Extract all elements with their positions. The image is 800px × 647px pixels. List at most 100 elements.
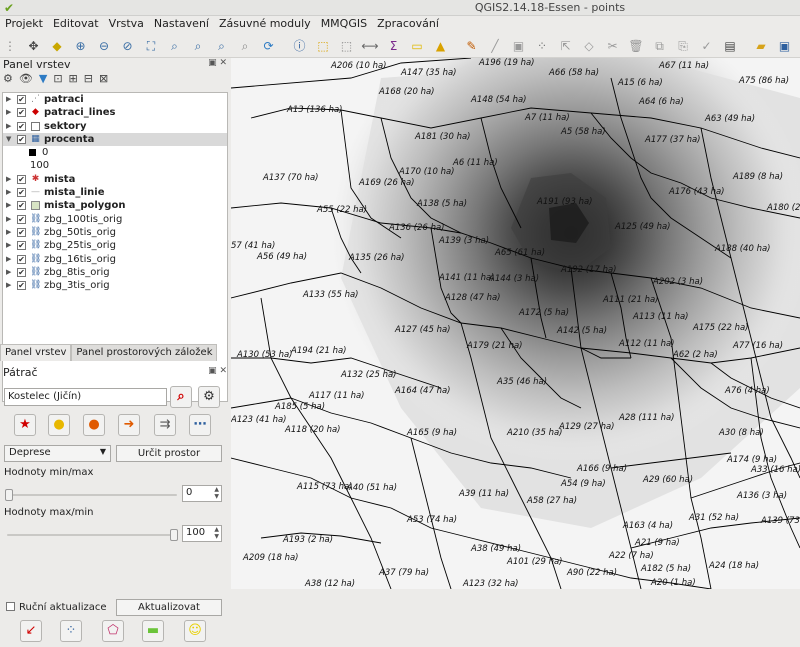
save-edits-icon[interactable]: ▣ [510, 37, 528, 55]
expand-arrow-icon[interactable]: ▶ [6, 279, 14, 292]
zoom-next-icon[interactable]: ⌕ [236, 37, 254, 55]
smiley-button[interactable]: ☺ [184, 620, 206, 642]
layer-checkbox[interactable]: ✔ [17, 188, 26, 198]
menu-mmqgis[interactable]: MMQGIS [316, 16, 372, 31]
checkbox-icon[interactable] [6, 602, 15, 611]
max-slider-handle[interactable] [170, 529, 178, 541]
cut-icon[interactable]: ✂ [604, 37, 622, 55]
layer-checkbox[interactable]: ✔ [17, 267, 26, 277]
layer-row[interactable]: ▶ ✔ ⛓ zbg_100tis_orig [3, 213, 227, 226]
place-search-input[interactable]: Kostelec (Jičín) [4, 388, 167, 406]
expand-arrow-icon[interactable]: ▶ [6, 266, 14, 279]
eye-icon[interactable]: 👁 [19, 72, 33, 85]
expand-arrow-icon[interactable]: ▶ [6, 239, 14, 252]
move-person-button[interactable]: ➜ [118, 414, 140, 436]
edit-pencil-icon[interactable]: ✎ [463, 37, 481, 55]
node-tool-icon[interactable]: ◇ [580, 37, 598, 55]
max-slider[interactable] [7, 529, 178, 541]
layer-checkbox[interactable]: ✔ [17, 214, 26, 224]
layer-checkbox[interactable]: ✔ [17, 254, 26, 264]
type-select[interactable]: Deprese ▼ [4, 445, 111, 462]
menu-vrstva[interactable]: Vrstva [104, 16, 149, 31]
expand-arrow-icon[interactable]: ▶ [6, 213, 14, 226]
layer-row[interactable]: ▶ ✔ — mista_linie [3, 186, 227, 199]
layer-row[interactable]: ▶ ✔ sektory [3, 120, 227, 133]
layer-row[interactable]: ▶ ✔ ⋰ patraci [3, 93, 227, 106]
check-icon[interactable]: ✓ [698, 37, 716, 55]
expand-all-icon[interactable]: ⊞ [69, 72, 78, 85]
layer-row[interactable]: ▶ ✔ ⛓ zbg_25tis_orig [3, 239, 227, 252]
layer-checkbox[interactable]: ✔ [17, 201, 26, 211]
expand-arrow-icon[interactable]: ▶ [6, 120, 14, 133]
layer-row[interactable]: ▶ ✔ ⛓ zbg_3tis_orig [3, 279, 227, 292]
expand-arrow-icon[interactable]: ▶ [6, 199, 14, 212]
polygon-tool-button[interactable]: ⬠ [102, 620, 124, 642]
expand-arrow-icon[interactable]: ▶ [6, 93, 14, 106]
menu-projekt[interactable]: Projekt [0, 16, 48, 31]
select-features-icon[interactable]: ⬚ [314, 37, 332, 55]
paste-icon[interactable]: ⎘ [674, 37, 692, 55]
tab-panel-vrstev[interactable]: Panel vrstev [0, 344, 72, 361]
drag-handle-icon[interactable]: ⋮ [1, 37, 19, 55]
open-folder-icon[interactable]: ▰ [752, 37, 770, 55]
filter-legend-icon[interactable]: ⊡ [53, 72, 62, 85]
import-persons-button[interactable]: ⇉ [154, 414, 176, 436]
chevron-down-icon[interactable]: ▼ [6, 133, 14, 146]
menu-editovat[interactable]: Editovat [48, 16, 104, 31]
more-options-button[interactable]: ⋯ [189, 414, 211, 436]
max-value-spinbox[interactable]: 100 ▲ ▼ [182, 525, 222, 542]
copy-icon[interactable]: ⧉ [651, 37, 669, 55]
menu-zasuvne-moduly[interactable]: Zásuvné moduly [214, 16, 316, 31]
zoom-layer-icon[interactable]: ⌕ [189, 37, 207, 55]
layer-checkbox[interactable]: ✔ [17, 281, 26, 291]
zoom-in-icon[interactable]: ⊕ [72, 37, 90, 55]
map-canvas[interactable]: A206 (10 ha) A147 (35 ha) A196 (19 ha) A66 … [231, 58, 800, 589]
add-feature-icon[interactable]: ⁘ [533, 37, 551, 55]
min-value-spinbox[interactable]: 0 ▲ ▼ [182, 485, 222, 502]
pan-to-selection-icon[interactable]: ◆ [48, 37, 66, 55]
panel-float-close-icon[interactable]: ▣ ✕ [208, 58, 227, 68]
delete-icon[interactable]: 🗑 [627, 37, 645, 55]
layer-row[interactable]: ▶ ✔ ⛓ zbg_16tis_orig [3, 253, 227, 266]
expand-arrow-icon[interactable]: ▶ [6, 186, 14, 199]
label-icon[interactable]: ▲ [432, 37, 450, 55]
expand-arrow-icon[interactable]: ▶ [6, 173, 14, 186]
pan-icon[interactable]: ✥ [25, 37, 43, 55]
min-slider-handle[interactable] [5, 489, 13, 501]
measure-icon[interactable]: ⟷ [361, 37, 379, 55]
legend-item[interactable]: 100 [3, 159, 227, 172]
toggle-editing-icon[interactable]: ╱ [486, 37, 504, 55]
layer-row[interactable]: ▶ ✔ ⛓ zbg_50tis_orig [3, 226, 227, 239]
expand-arrow-icon[interactable]: ▶ [6, 106, 14, 119]
identify-icon[interactable]: ⓘ [291, 37, 309, 55]
expand-arrow-icon[interactable]: ▶ [6, 226, 14, 239]
expand-arrow-icon[interactable]: ▶ [6, 253, 14, 266]
layer-checkbox[interactable]: ✔ [17, 95, 26, 104]
python-console-icon[interactable]: ▤ [721, 37, 739, 55]
collapse-all-icon[interactable]: ⊟ [84, 72, 93, 85]
spin-arrows-icon[interactable]: ▲ ▼ [214, 526, 219, 540]
move-feature-icon[interactable]: ⇱ [557, 37, 575, 55]
filter-icon[interactable]: ▼ [39, 72, 47, 85]
zoom-full-icon[interactable]: ⛶ [142, 37, 160, 55]
refresh-icon[interactable]: ⟳ [260, 37, 278, 55]
add-point-star-button[interactable]: ★ [14, 414, 36, 436]
save-project-icon[interactable]: ▣ [776, 37, 794, 55]
min-slider[interactable] [5, 489, 177, 501]
menu-zpracovani[interactable]: Zpracování [372, 16, 444, 31]
annotation-icon[interactable]: ▭ [408, 37, 426, 55]
layer-checkbox[interactable]: ✔ [17, 108, 26, 118]
determine-area-button[interactable]: Určit prostor [116, 445, 222, 462]
add-person-one-button[interactable]: ● [83, 414, 105, 436]
deselect-icon[interactable]: ⬚ [338, 37, 356, 55]
statistics-icon[interactable]: Σ [385, 37, 403, 55]
route-tool-button[interactable]: ↙ [20, 620, 42, 642]
legend-item[interactable]: 0 [3, 146, 227, 159]
layer-row[interactable]: ▶ ✔ ✱ mista [3, 173, 227, 186]
menu-nastaveni[interactable]: Nastavení [149, 16, 214, 31]
layer-checkbox[interactable]: ✔ [17, 134, 26, 144]
remove-layer-icon[interactable]: ⊠ [99, 72, 108, 85]
layer-checkbox[interactable]: ✔ [17, 174, 26, 184]
zoom-scale-icon[interactable]: ⊘ [119, 37, 137, 55]
layer-row[interactable]: ▶ ✔ ◆ patraci_lines [3, 106, 227, 119]
